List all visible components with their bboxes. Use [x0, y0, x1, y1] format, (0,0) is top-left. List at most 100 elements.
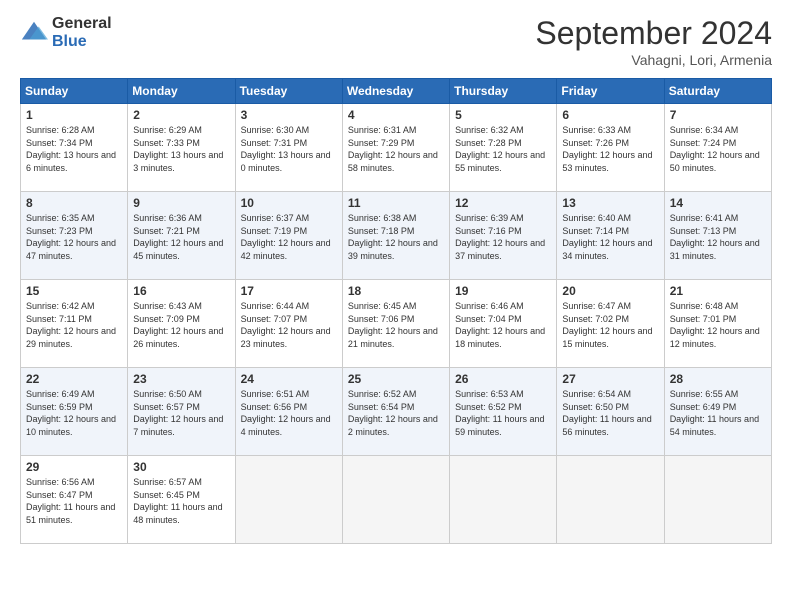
- day-info: Sunrise: 6:28 AM Sunset: 7:34 PM Dayligh…: [26, 124, 122, 174]
- calendar-day-cell: 14 Sunrise: 6:41 AM Sunset: 7:13 PM Dayl…: [664, 192, 771, 280]
- day-number: 22: [26, 372, 122, 386]
- day-info: Sunrise: 6:35 AM Sunset: 7:23 PM Dayligh…: [26, 212, 122, 262]
- day-info: Sunrise: 6:33 AM Sunset: 7:26 PM Dayligh…: [562, 124, 658, 174]
- day-number: 25: [348, 372, 444, 386]
- day-info: Sunrise: 6:32 AM Sunset: 7:28 PM Dayligh…: [455, 124, 551, 174]
- col-tuesday: Tuesday: [235, 79, 342, 104]
- day-number: 27: [562, 372, 658, 386]
- calendar-day-cell: 6 Sunrise: 6:33 AM Sunset: 7:26 PM Dayli…: [557, 104, 664, 192]
- calendar-day-cell: 19 Sunrise: 6:46 AM Sunset: 7:04 PM Dayl…: [450, 280, 557, 368]
- day-info: Sunrise: 6:53 AM Sunset: 6:52 PM Dayligh…: [455, 388, 551, 438]
- day-number: 2: [133, 108, 229, 122]
- calendar-day-cell: 1 Sunrise: 6:28 AM Sunset: 7:34 PM Dayli…: [21, 104, 128, 192]
- day-number: 8: [26, 196, 122, 210]
- calendar-day-cell: 16 Sunrise: 6:43 AM Sunset: 7:09 PM Dayl…: [128, 280, 235, 368]
- calendar-day-cell: 29 Sunrise: 6:56 AM Sunset: 6:47 PM Dayl…: [21, 456, 128, 544]
- day-number: 4: [348, 108, 444, 122]
- col-monday: Monday: [128, 79, 235, 104]
- calendar-week-row: 22 Sunrise: 6:49 AM Sunset: 6:59 PM Dayl…: [21, 368, 772, 456]
- day-info: Sunrise: 6:43 AM Sunset: 7:09 PM Dayligh…: [133, 300, 229, 350]
- calendar-day-cell: 9 Sunrise: 6:36 AM Sunset: 7:21 PM Dayli…: [128, 192, 235, 280]
- day-info: Sunrise: 6:39 AM Sunset: 7:16 PM Dayligh…: [455, 212, 551, 262]
- day-info: Sunrise: 6:54 AM Sunset: 6:50 PM Dayligh…: [562, 388, 658, 438]
- calendar-week-row: 29 Sunrise: 6:56 AM Sunset: 6:47 PM Dayl…: [21, 456, 772, 544]
- logo-general: General: [52, 15, 112, 33]
- calendar-day-cell: 15 Sunrise: 6:42 AM Sunset: 7:11 PM Dayl…: [21, 280, 128, 368]
- calendar-day-cell: 27 Sunrise: 6:54 AM Sunset: 6:50 PM Dayl…: [557, 368, 664, 456]
- calendar-day-cell: 25 Sunrise: 6:52 AM Sunset: 6:54 PM Dayl…: [342, 368, 449, 456]
- logo-blue: Blue: [52, 33, 112, 51]
- day-number: 21: [670, 284, 766, 298]
- calendar-day-cell: 17 Sunrise: 6:44 AM Sunset: 7:07 PM Dayl…: [235, 280, 342, 368]
- day-number: 29: [26, 460, 122, 474]
- calendar-week-row: 15 Sunrise: 6:42 AM Sunset: 7:11 PM Dayl…: [21, 280, 772, 368]
- day-info: Sunrise: 6:31 AM Sunset: 7:29 PM Dayligh…: [348, 124, 444, 174]
- day-info: Sunrise: 6:36 AM Sunset: 7:21 PM Dayligh…: [133, 212, 229, 262]
- day-number: 3: [241, 108, 337, 122]
- calendar: Sunday Monday Tuesday Wednesday Thursday…: [20, 78, 772, 544]
- calendar-empty-cell: [557, 456, 664, 544]
- logo-icon: [20, 19, 48, 47]
- day-info: Sunrise: 6:56 AM Sunset: 6:47 PM Dayligh…: [26, 476, 122, 526]
- calendar-day-cell: 23 Sunrise: 6:50 AM Sunset: 6:57 PM Dayl…: [128, 368, 235, 456]
- day-number: 26: [455, 372, 551, 386]
- calendar-day-cell: 30 Sunrise: 6:57 AM Sunset: 6:45 PM Dayl…: [128, 456, 235, 544]
- day-info: Sunrise: 6:48 AM Sunset: 7:01 PM Dayligh…: [670, 300, 766, 350]
- header: General Blue September 2024 Vahagni, Lor…: [20, 15, 772, 68]
- day-info: Sunrise: 6:55 AM Sunset: 6:49 PM Dayligh…: [670, 388, 766, 438]
- calendar-day-cell: 7 Sunrise: 6:34 AM Sunset: 7:24 PM Dayli…: [664, 104, 771, 192]
- calendar-day-cell: 11 Sunrise: 6:38 AM Sunset: 7:18 PM Dayl…: [342, 192, 449, 280]
- day-number: 24: [241, 372, 337, 386]
- calendar-empty-cell: [342, 456, 449, 544]
- day-number: 15: [26, 284, 122, 298]
- col-thursday: Thursday: [450, 79, 557, 104]
- location: Vahagni, Lori, Armenia: [535, 52, 772, 68]
- calendar-day-cell: 13 Sunrise: 6:40 AM Sunset: 7:14 PM Dayl…: [557, 192, 664, 280]
- day-number: 16: [133, 284, 229, 298]
- day-info: Sunrise: 6:47 AM Sunset: 7:02 PM Dayligh…: [562, 300, 658, 350]
- calendar-day-cell: 22 Sunrise: 6:49 AM Sunset: 6:59 PM Dayl…: [21, 368, 128, 456]
- month-title: September 2024: [535, 15, 772, 52]
- calendar-day-cell: 18 Sunrise: 6:45 AM Sunset: 7:06 PM Dayl…: [342, 280, 449, 368]
- day-number: 14: [670, 196, 766, 210]
- col-saturday: Saturday: [664, 79, 771, 104]
- day-number: 6: [562, 108, 658, 122]
- calendar-week-row: 8 Sunrise: 6:35 AM Sunset: 7:23 PM Dayli…: [21, 192, 772, 280]
- day-number: 13: [562, 196, 658, 210]
- day-info: Sunrise: 6:52 AM Sunset: 6:54 PM Dayligh…: [348, 388, 444, 438]
- calendar-day-cell: 4 Sunrise: 6:31 AM Sunset: 7:29 PM Dayli…: [342, 104, 449, 192]
- calendar-week-row: 1 Sunrise: 6:28 AM Sunset: 7:34 PM Dayli…: [21, 104, 772, 192]
- day-number: 5: [455, 108, 551, 122]
- day-info: Sunrise: 6:29 AM Sunset: 7:33 PM Dayligh…: [133, 124, 229, 174]
- calendar-empty-cell: [664, 456, 771, 544]
- day-info: Sunrise: 6:45 AM Sunset: 7:06 PM Dayligh…: [348, 300, 444, 350]
- title-section: September 2024 Vahagni, Lori, Armenia: [535, 15, 772, 68]
- calendar-day-cell: 2 Sunrise: 6:29 AM Sunset: 7:33 PM Dayli…: [128, 104, 235, 192]
- calendar-day-cell: 21 Sunrise: 6:48 AM Sunset: 7:01 PM Dayl…: [664, 280, 771, 368]
- day-number: 1: [26, 108, 122, 122]
- calendar-day-cell: 5 Sunrise: 6:32 AM Sunset: 7:28 PM Dayli…: [450, 104, 557, 192]
- calendar-day-cell: 26 Sunrise: 6:53 AM Sunset: 6:52 PM Dayl…: [450, 368, 557, 456]
- day-info: Sunrise: 6:34 AM Sunset: 7:24 PM Dayligh…: [670, 124, 766, 174]
- day-number: 12: [455, 196, 551, 210]
- calendar-day-cell: 8 Sunrise: 6:35 AM Sunset: 7:23 PM Dayli…: [21, 192, 128, 280]
- day-info: Sunrise: 6:57 AM Sunset: 6:45 PM Dayligh…: [133, 476, 229, 526]
- day-info: Sunrise: 6:38 AM Sunset: 7:18 PM Dayligh…: [348, 212, 444, 262]
- calendar-day-cell: 12 Sunrise: 6:39 AM Sunset: 7:16 PM Dayl…: [450, 192, 557, 280]
- day-info: Sunrise: 6:42 AM Sunset: 7:11 PM Dayligh…: [26, 300, 122, 350]
- col-friday: Friday: [557, 79, 664, 104]
- day-number: 28: [670, 372, 766, 386]
- day-number: 17: [241, 284, 337, 298]
- day-number: 9: [133, 196, 229, 210]
- calendar-day-cell: 28 Sunrise: 6:55 AM Sunset: 6:49 PM Dayl…: [664, 368, 771, 456]
- col-sunday: Sunday: [21, 79, 128, 104]
- day-info: Sunrise: 6:49 AM Sunset: 6:59 PM Dayligh…: [26, 388, 122, 438]
- calendar-day-cell: 20 Sunrise: 6:47 AM Sunset: 7:02 PM Dayl…: [557, 280, 664, 368]
- day-info: Sunrise: 6:51 AM Sunset: 6:56 PM Dayligh…: [241, 388, 337, 438]
- calendar-day-cell: 10 Sunrise: 6:37 AM Sunset: 7:19 PM Dayl…: [235, 192, 342, 280]
- calendar-day-cell: 24 Sunrise: 6:51 AM Sunset: 6:56 PM Dayl…: [235, 368, 342, 456]
- logo: General Blue: [20, 15, 112, 50]
- day-number: 20: [562, 284, 658, 298]
- day-info: Sunrise: 6:40 AM Sunset: 7:14 PM Dayligh…: [562, 212, 658, 262]
- day-number: 19: [455, 284, 551, 298]
